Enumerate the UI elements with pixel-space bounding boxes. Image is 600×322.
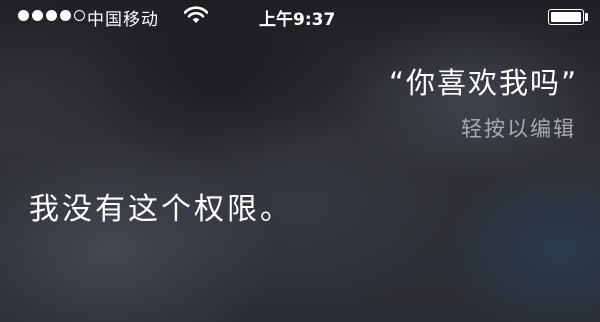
- signal-dot: [18, 10, 29, 21]
- signal-strength-icon: [18, 10, 85, 21]
- signal-dot-empty: [74, 10, 85, 21]
- battery-cap: [585, 13, 588, 21]
- carrier-name: 中国移动: [87, 10, 159, 30]
- status-time: 上午9:37: [259, 10, 336, 30]
- status-bar: 中国移动 上午9:37: [0, 0, 600, 34]
- battery-level: [551, 12, 581, 22]
- signal-dot: [60, 10, 71, 21]
- wifi-icon: [184, 6, 208, 23]
- tap-to-edit-hint[interactable]: 轻按以编辑: [461, 113, 576, 143]
- battery-icon: [548, 9, 584, 25]
- signal-dot: [46, 10, 57, 21]
- siri-response-text: 我没有这个权限。: [29, 192, 293, 227]
- siri-user-query[interactable]: “你喜欢我吗”: [389, 60, 578, 102]
- blurred-background: [0, 0, 600, 322]
- signal-dot: [32, 10, 43, 21]
